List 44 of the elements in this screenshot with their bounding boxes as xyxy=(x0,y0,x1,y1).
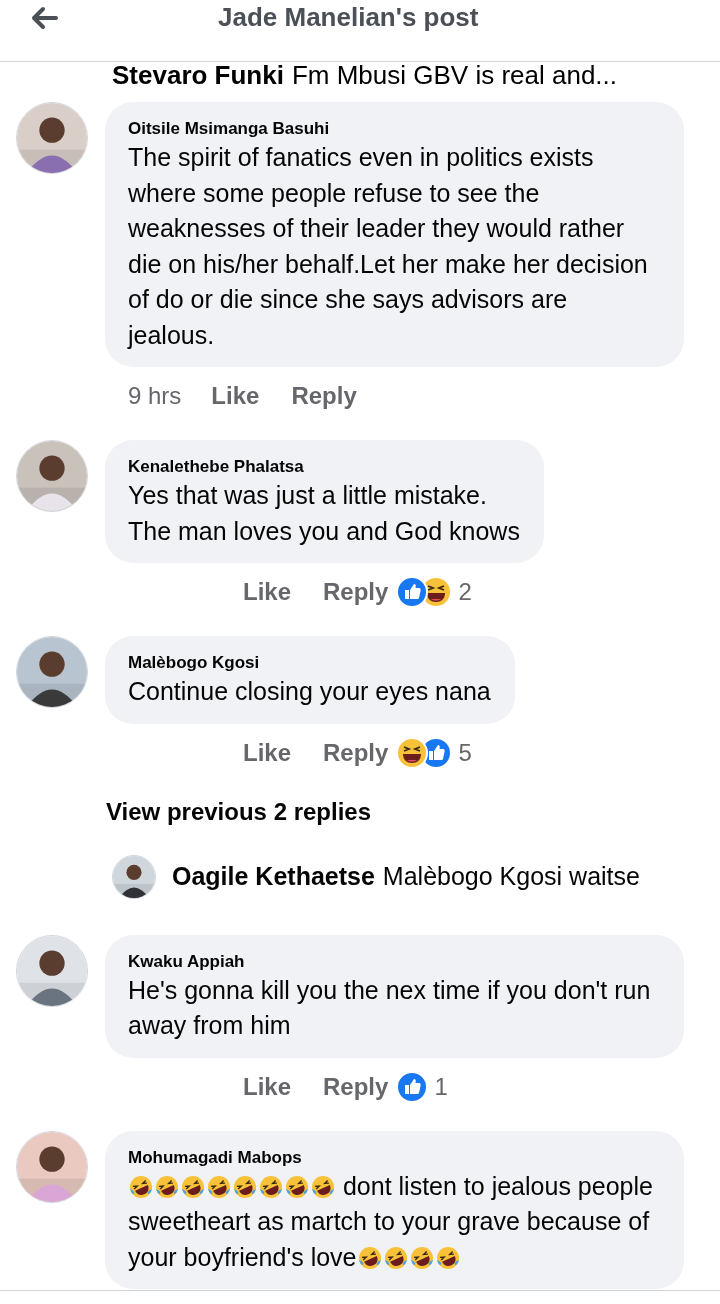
like-link[interactable]: Like xyxy=(211,378,260,414)
comment-text: Yes that was just a little mistake. The man loves you and God knows xyxy=(128,480,520,547)
reaction-count: 5 xyxy=(458,737,472,768)
thumbs-up-icon xyxy=(396,1070,429,1103)
comment-author[interactable]: Malèbogo Kgosi xyxy=(128,652,491,674)
comment-author[interactable]: Mohumagadi Mabops xyxy=(128,1146,660,1169)
rofl-emoji-icon xyxy=(311,1174,335,1199)
reply-link[interactable]: Reply xyxy=(323,734,389,771)
like-link[interactable]: Like xyxy=(243,574,292,610)
comment-author[interactable]: Oitsile Msimanga Basuhi xyxy=(128,118,660,140)
rofl-emoji-icon xyxy=(233,1174,257,1199)
reply-author[interactable]: Stevaro Funki xyxy=(112,62,284,88)
reply-author[interactable]: Oagile Kethaetse xyxy=(172,857,375,896)
comment-text: The spirit of fanatics even in politics exists where some people refuse to see the weaknesses of their leader they would rather die on his/her behalf.Let her make her decision of do or die since she says advisors are jealous. xyxy=(128,142,649,351)
reply-text: Malèbogo Kgosi waitse xyxy=(382,860,640,892)
rofl-emoji-icon xyxy=(259,1174,283,1199)
rofl-emoji-icon xyxy=(285,1174,309,1199)
comment-text: He's gonna kill you the nex time if you don't run away from him xyxy=(128,974,652,1041)
reply-link[interactable]: Reply xyxy=(291,378,357,414)
rofl-emoji-icon xyxy=(181,1174,205,1199)
comment-author[interactable]: Kenalethebe Phalatsa xyxy=(128,456,520,478)
like-link[interactable]: Like xyxy=(243,1068,292,1105)
reaction-count: 2 xyxy=(458,577,472,607)
back-arrow-icon[interactable] xyxy=(30,6,58,30)
rofl-emoji-icon xyxy=(409,1245,434,1270)
thumbs-up-icon xyxy=(396,576,429,608)
view-replies-link[interactable]: View previous 2 replies xyxy=(106,796,372,857)
rofl-emoji-icon xyxy=(357,1245,382,1270)
reply-text: Fm Mbusi GBV is real and... xyxy=(291,62,618,88)
rofl-emoji-icon xyxy=(155,1174,179,1199)
rofl-emoji-icon xyxy=(435,1245,460,1270)
comment-text: dont listen to jealous people sweetheart as martch to your grave because of your boyfriend's love xyxy=(128,1170,654,1273)
comment-author[interactable]: Kwaku Appiah xyxy=(128,950,660,973)
page-title: Jade Manelian's post xyxy=(218,1,479,34)
laughing-emoji-icon xyxy=(396,736,429,769)
rofl-emoji-icon xyxy=(129,1174,153,1199)
comment-text: Continue closing your eyes nana xyxy=(128,676,491,707)
reaction-count: 1 xyxy=(434,1071,448,1102)
reply-link[interactable]: Reply xyxy=(323,574,389,610)
rofl-emoji-icon xyxy=(207,1174,231,1199)
rofl-emoji-icon xyxy=(383,1245,408,1270)
like-link[interactable]: Like xyxy=(243,734,292,771)
reply-link[interactable]: Reply xyxy=(323,1068,389,1105)
comment-time: 9 hrs xyxy=(128,381,182,411)
